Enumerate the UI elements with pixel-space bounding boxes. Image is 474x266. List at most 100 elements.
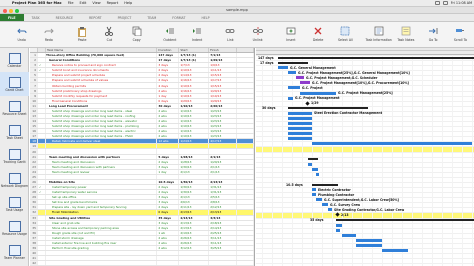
extra-cell[interactable] bbox=[237, 215, 254, 220]
finish-cell[interactable]: 1/31/13 bbox=[209, 185, 238, 190]
gantt-bar[interactable] bbox=[308, 158, 318, 161]
duration-cell[interactable]: 2 days bbox=[157, 68, 180, 73]
duration-cell[interactable]: 3 days bbox=[157, 200, 180, 205]
row-id[interactable]: 37 bbox=[30, 235, 38, 240]
row-indicator[interactable] bbox=[38, 159, 46, 164]
task-name-cell[interactable]: Install temporary water service bbox=[46, 190, 158, 195]
gantt-bar[interactable] bbox=[336, 228, 340, 232]
row-indicator[interactable]: ✓ bbox=[38, 190, 46, 195]
extra-cell[interactable] bbox=[237, 108, 254, 113]
row-indicator[interactable] bbox=[38, 225, 46, 230]
extra-cell[interactable] bbox=[237, 174, 254, 179]
finish-cell[interactable]: 2/5/13 bbox=[209, 195, 238, 200]
unlink-button[interactable]: Unlink bbox=[244, 22, 271, 46]
tab-format[interactable]: FORMAT bbox=[164, 14, 193, 21]
gantt-bar[interactable] bbox=[308, 162, 312, 166]
task-name-cell[interactable]: Obtain building permits bbox=[46, 83, 158, 88]
start-cell[interactable]: 1/30/13 bbox=[179, 164, 210, 169]
finish-cell[interactable] bbox=[209, 174, 238, 179]
start-cell[interactable]: 2/6/13 bbox=[179, 200, 210, 205]
duration-cell[interactable]: 2 days bbox=[157, 205, 180, 210]
duration-cell[interactable]: 0 days bbox=[157, 210, 180, 215]
extra-cell[interactable] bbox=[237, 235, 254, 240]
extra-cell[interactable] bbox=[237, 169, 254, 174]
finish-cell[interactable]: 7/1/13 bbox=[209, 53, 238, 58]
gantt-bar[interactable] bbox=[296, 76, 304, 80]
gantt-bar[interactable] bbox=[288, 96, 293, 100]
gantt-bar[interactable] bbox=[300, 81, 310, 85]
start-cell[interactable]: 2/13/13 bbox=[179, 220, 210, 225]
row-id[interactable]: 26 bbox=[30, 179, 38, 185]
task-name-cell[interactable]: Team meeting and discussion with partner… bbox=[46, 154, 158, 159]
row-id[interactable]: 8 bbox=[30, 88, 38, 93]
outdent-button[interactable]: Outdent bbox=[156, 22, 183, 46]
extra-cell[interactable] bbox=[237, 164, 254, 169]
row-indicator[interactable] bbox=[38, 195, 46, 200]
menubar-clock[interactable]: Fri 11:08 AM bbox=[451, 1, 472, 5]
task-name-cell[interactable]: Submit shop drawings and order long lead… bbox=[46, 134, 158, 139]
task-name-cell[interactable]: Mobilize on Site bbox=[46, 179, 158, 185]
finish-cell[interactable]: 1/15/13 bbox=[209, 83, 238, 88]
duration-cell[interactable]: 3 days bbox=[157, 195, 180, 200]
header-extra[interactable] bbox=[237, 48, 254, 52]
header-duration[interactable]: Duration bbox=[157, 48, 180, 52]
gantt-bar[interactable] bbox=[312, 142, 472, 146]
start-cell[interactable]: 2/1/13 bbox=[179, 195, 210, 200]
task-information-button[interactable]: Task Information bbox=[365, 22, 392, 46]
row-id[interactable]: 34 bbox=[30, 220, 38, 225]
extra-cell[interactable] bbox=[237, 210, 254, 215]
row-id[interactable]: 41 bbox=[30, 256, 38, 261]
finish-cell[interactable]: 2/1/13 bbox=[209, 169, 238, 174]
row-indicator[interactable] bbox=[38, 235, 46, 240]
row-indicator[interactable] bbox=[38, 220, 46, 225]
row-id[interactable]: 3 bbox=[30, 63, 38, 68]
row-id[interactable]: 11 bbox=[30, 103, 38, 108]
task-name-cell[interactable]: Receive notice to proceed and sign contr… bbox=[46, 63, 158, 68]
extra-cell[interactable] bbox=[237, 124, 254, 129]
start-cell[interactable] bbox=[179, 174, 210, 179]
app-name-menu[interactable]: Project Plan 365 for Mac bbox=[9, 1, 65, 5]
gantt-bar[interactable] bbox=[288, 86, 300, 90]
duration-cell[interactable] bbox=[157, 256, 180, 261]
finish-cell[interactable]: 1/29/13 bbox=[209, 88, 238, 93]
task-name-cell[interactable]: Prepare site - lay down yard and tempora… bbox=[46, 205, 158, 210]
gantt-bar[interactable] bbox=[278, 66, 288, 70]
extra-cell[interactable] bbox=[237, 63, 254, 68]
start-cell[interactable] bbox=[179, 261, 210, 266]
row-id[interactable]: 4 bbox=[30, 68, 38, 73]
menu-help[interactable]: Help bbox=[121, 1, 135, 5]
finish-cell[interactable]: 1/31/13 bbox=[209, 190, 238, 195]
start-cell[interactable] bbox=[179, 144, 210, 149]
row-indicator[interactable] bbox=[38, 261, 46, 266]
row-id[interactable]: 24 bbox=[30, 169, 38, 174]
start-cell[interactable]: 2/13/13 bbox=[179, 210, 210, 215]
indent-button[interactable]: Indent bbox=[184, 22, 211, 46]
row-id[interactable]: 16 bbox=[30, 129, 38, 134]
finish-cell[interactable]: 1/29/13 bbox=[209, 98, 238, 103]
duration-cell[interactable]: 3 days bbox=[157, 63, 180, 68]
row-id[interactable]: 13 bbox=[30, 113, 38, 119]
row-id[interactable]: 15 bbox=[30, 124, 38, 129]
duration-cell[interactable]: 2 wks bbox=[157, 113, 180, 119]
start-cell[interactable]: 2/26/13 bbox=[179, 240, 210, 245]
row-indicator[interactable] bbox=[38, 215, 46, 220]
duration-cell[interactable] bbox=[157, 251, 180, 256]
gantt-bar[interactable] bbox=[382, 249, 408, 253]
row-indicator[interactable] bbox=[38, 200, 46, 205]
duration-cell[interactable]: 2 wks bbox=[157, 134, 180, 139]
duration-cell[interactable]: 2 wks bbox=[157, 119, 180, 124]
gantt-bar[interactable] bbox=[356, 238, 382, 242]
row-id[interactable]: 19 bbox=[30, 144, 38, 149]
duration-cell[interactable]: 1 day bbox=[157, 169, 180, 174]
gantt-bar[interactable] bbox=[288, 137, 312, 141]
start-cell[interactable] bbox=[179, 256, 210, 261]
task-name-cell[interactable]: Submit shop drawings and order long lead… bbox=[46, 119, 158, 124]
extra-cell[interactable] bbox=[237, 88, 254, 93]
task-name-cell[interactable]: Submit shop drawings and order long lead… bbox=[46, 113, 158, 119]
extra-cell[interactable] bbox=[237, 68, 254, 73]
row-indicator[interactable] bbox=[38, 124, 46, 129]
start-cell[interactable]: 2/26/13 bbox=[179, 235, 210, 240]
goto-button[interactable]: Go To bbox=[420, 22, 447, 46]
start-cell[interactable]: 1/16/13 bbox=[179, 88, 210, 93]
row-id[interactable]: 31 bbox=[30, 205, 38, 210]
